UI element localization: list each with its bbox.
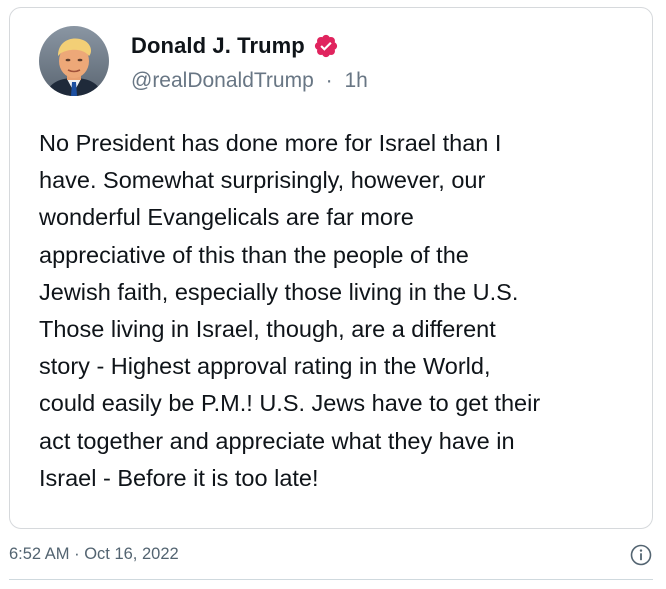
author-avatar[interactable] — [39, 26, 109, 96]
post-text-line: Jewish faith, especially those living in… — [39, 278, 519, 305]
meta-separator: · — [325, 69, 333, 92]
post-text-line: No President has done more for Israel th… — [39, 130, 502, 156]
verified-badge-icon — [313, 33, 339, 59]
post-text: No President has done more for Israel th… — [39, 125, 639, 497]
author-name-row: Donald J. Trump — [131, 30, 339, 62]
footer-divider — [9, 579, 653, 580]
post-footer: 6:52 AM · Oct 16, 2022 — [9, 540, 653, 570]
post-text-line: act together and appreciate what they ha… — [39, 427, 515, 454]
info-icon[interactable] — [629, 543, 653, 567]
embedded-post-card[interactable]: Donald J. Trump @realDonaldTrump · 1h No… — [9, 7, 653, 529]
post-text-line: wonderful Evangelicals are far more — [39, 204, 414, 231]
post-text-line: Those living in Israel, though, are a di… — [39, 316, 496, 343]
post-text-line: story - Highest approval rating in the W… — [39, 353, 491, 380]
post-text-line: have. Somewhat surprisingly, however, ou… — [39, 167, 486, 194]
post-text-line: Israel - Before it is too late! — [39, 464, 319, 491]
author-handle[interactable]: @realDonaldTrump — [131, 69, 314, 92]
author-display-name[interactable]: Donald J. Trump — [131, 33, 305, 59]
post-text-line: appreciative of this than the people of … — [39, 241, 469, 268]
post-time-ago[interactable]: 1h — [344, 69, 367, 92]
author-meta-row: @realDonaldTrump · 1h — [131, 69, 368, 93]
profile-photo-icon — [39, 26, 109, 96]
post-text-line: could easily be P.M.! U.S. Jews have to … — [39, 390, 541, 417]
post-timestamp[interactable]: 6:52 AM · Oct 16, 2022 — [9, 545, 179, 564]
